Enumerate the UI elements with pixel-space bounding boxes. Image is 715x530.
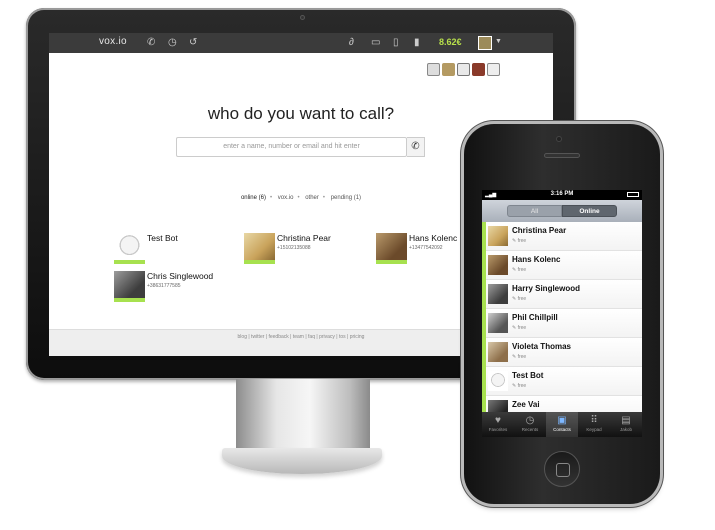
avatar[interactable] <box>487 63 500 76</box>
avatar[interactable] <box>427 63 440 76</box>
contact-name: Phil Chillpill <box>512 313 558 322</box>
mobile-app: ▂▄▆ 3:16 PM All Online Christina Pear ✎ … <box>482 190 642 437</box>
iphone: ▂▄▆ 3:16 PM All Online Christina Pear ✎ … <box>464 124 660 504</box>
list-item[interactable]: Test Bot ✎ free <box>482 367 642 396</box>
sim-icon[interactable]: ▮ <box>414 37 420 49</box>
tab-contacts[interactable]: ▣ Contacts <box>546 412 578 437</box>
filter-voxio[interactable]: vox.io <box>278 195 294 201</box>
contact-status: ✎ free <box>512 296 527 302</box>
avatar <box>488 255 508 275</box>
contact-name: Chris Singlewood <box>147 271 214 281</box>
contact-phone: +15102135088 <box>277 245 311 251</box>
clock-icon: ◷ <box>525 415 535 426</box>
contact-status: ✎ free <box>512 325 527 331</box>
home-button[interactable] <box>544 451 580 487</box>
contact-name: Harry Singlewood <box>512 284 581 293</box>
tab-keypad[interactable]: ⠿ Keypad <box>578 412 610 437</box>
online-avatars <box>427 63 500 76</box>
avatar <box>488 226 508 246</box>
avatar <box>488 371 508 391</box>
contact-status: ✎ free <box>512 238 527 244</box>
contact-name: Christina Pear <box>277 233 331 243</box>
app-topbar: vox.io ✆ ◷ ↺ ∂ ▭ ▯ ▮ 8.62€ ▼ <box>49 33 553 53</box>
user-avatar[interactable] <box>478 36 492 50</box>
avatar[interactable] <box>457 63 470 76</box>
contact-name: Test Bot <box>147 233 178 243</box>
mobile-icon[interactable]: ▯ <box>393 37 399 49</box>
filter-other[interactable]: other <box>305 195 319 201</box>
link-icon[interactable]: ∂ <box>349 37 354 49</box>
heart-icon: ♥ <box>495 415 501 426</box>
avatar <box>114 233 145 264</box>
contact-status: ✎ free <box>512 383 527 389</box>
tab-profile[interactable]: ▤ Jakob <box>610 412 642 437</box>
contact-status: ✎ free <box>512 267 527 273</box>
list-item[interactable]: Harry Singlewood ✎ free <box>482 280 642 309</box>
contact-status: ✎ free <box>512 354 527 360</box>
keypad-icon: ⠿ <box>590 415 598 426</box>
list-item[interactable]: Hans Kolenc ✎ free <box>482 251 642 280</box>
monitor-icon[interactable]: ▭ <box>371 37 380 49</box>
avatar <box>488 313 508 333</box>
contact-list: Christina Pear ✎ free Hans Kolenc ✎ free… <box>482 222 642 425</box>
avatar <box>244 233 275 264</box>
tab-bar: ♥ Favorites ◷ Recents ▣ Contacts ⠿ Keypad ▤ J… <box>482 412 642 437</box>
avatar[interactable] <box>442 63 455 76</box>
tab-favorites[interactable]: ♥ Favorites <box>482 412 514 437</box>
filter-pending[interactable]: pending (1) <box>331 195 361 201</box>
list-item[interactable]: Christina Pear ✎ free <box>482 222 642 251</box>
avatar <box>114 271 145 302</box>
page-title: who do you want to call? <box>207 104 395 123</box>
contact-name: Hans Kolenc <box>512 255 561 264</box>
battery-icon <box>627 192 639 197</box>
avatar <box>376 233 407 264</box>
phone-icon[interactable]: ✆ <box>147 37 155 49</box>
segmented-control: All Online <box>482 200 642 222</box>
clock: 3:16 PM <box>550 191 574 197</box>
call-button[interactable]: ✆ <box>407 137 425 157</box>
speaker <box>544 153 580 158</box>
contacts-icon: ▣ <box>557 415 567 426</box>
webcam <box>300 15 305 20</box>
contact-phone: +13477542092 <box>409 245 443 251</box>
undo-icon[interactable]: ↺ <box>189 37 197 49</box>
contact-name: Test Bot <box>512 371 544 380</box>
filter-online[interactable]: online (6) <box>241 195 266 201</box>
front-camera <box>556 136 562 142</box>
brand-logo[interactable]: vox.io <box>99 36 127 47</box>
contact-name: Violeta Thomas <box>512 342 571 351</box>
list-item[interactable]: Violeta Thomas ✎ free <box>482 338 642 367</box>
avatar <box>488 342 508 362</box>
contact-phone: +38631777585 <box>147 283 181 289</box>
balance[interactable]: 8.62€ <box>439 37 462 47</box>
segment-online[interactable]: Online <box>562 205 617 217</box>
status-bar: ▂▄▆ 3:16 PM <box>482 190 642 200</box>
history-icon[interactable]: ◷ <box>168 37 177 49</box>
avatar <box>488 284 508 304</box>
contact-name: Zee Vai <box>512 400 540 409</box>
monitor-stand <box>236 379 370 453</box>
avatar[interactable] <box>472 63 485 76</box>
contact-name: Hans Kolenc <box>409 233 458 243</box>
list-item[interactable]: Phil Chillpill ✎ free <box>482 309 642 338</box>
segment-all[interactable]: All <box>507 205 562 217</box>
contact-name: Christina Pear <box>512 226 567 235</box>
chevron-down-icon[interactable]: ▼ <box>495 38 502 45</box>
person-icon: ▤ <box>621 415 631 426</box>
monitor-base <box>222 448 382 474</box>
search-input[interactable]: enter a name, number or email and hit en… <box>176 137 407 157</box>
tab-recents[interactable]: ◷ Recents <box>514 412 546 437</box>
